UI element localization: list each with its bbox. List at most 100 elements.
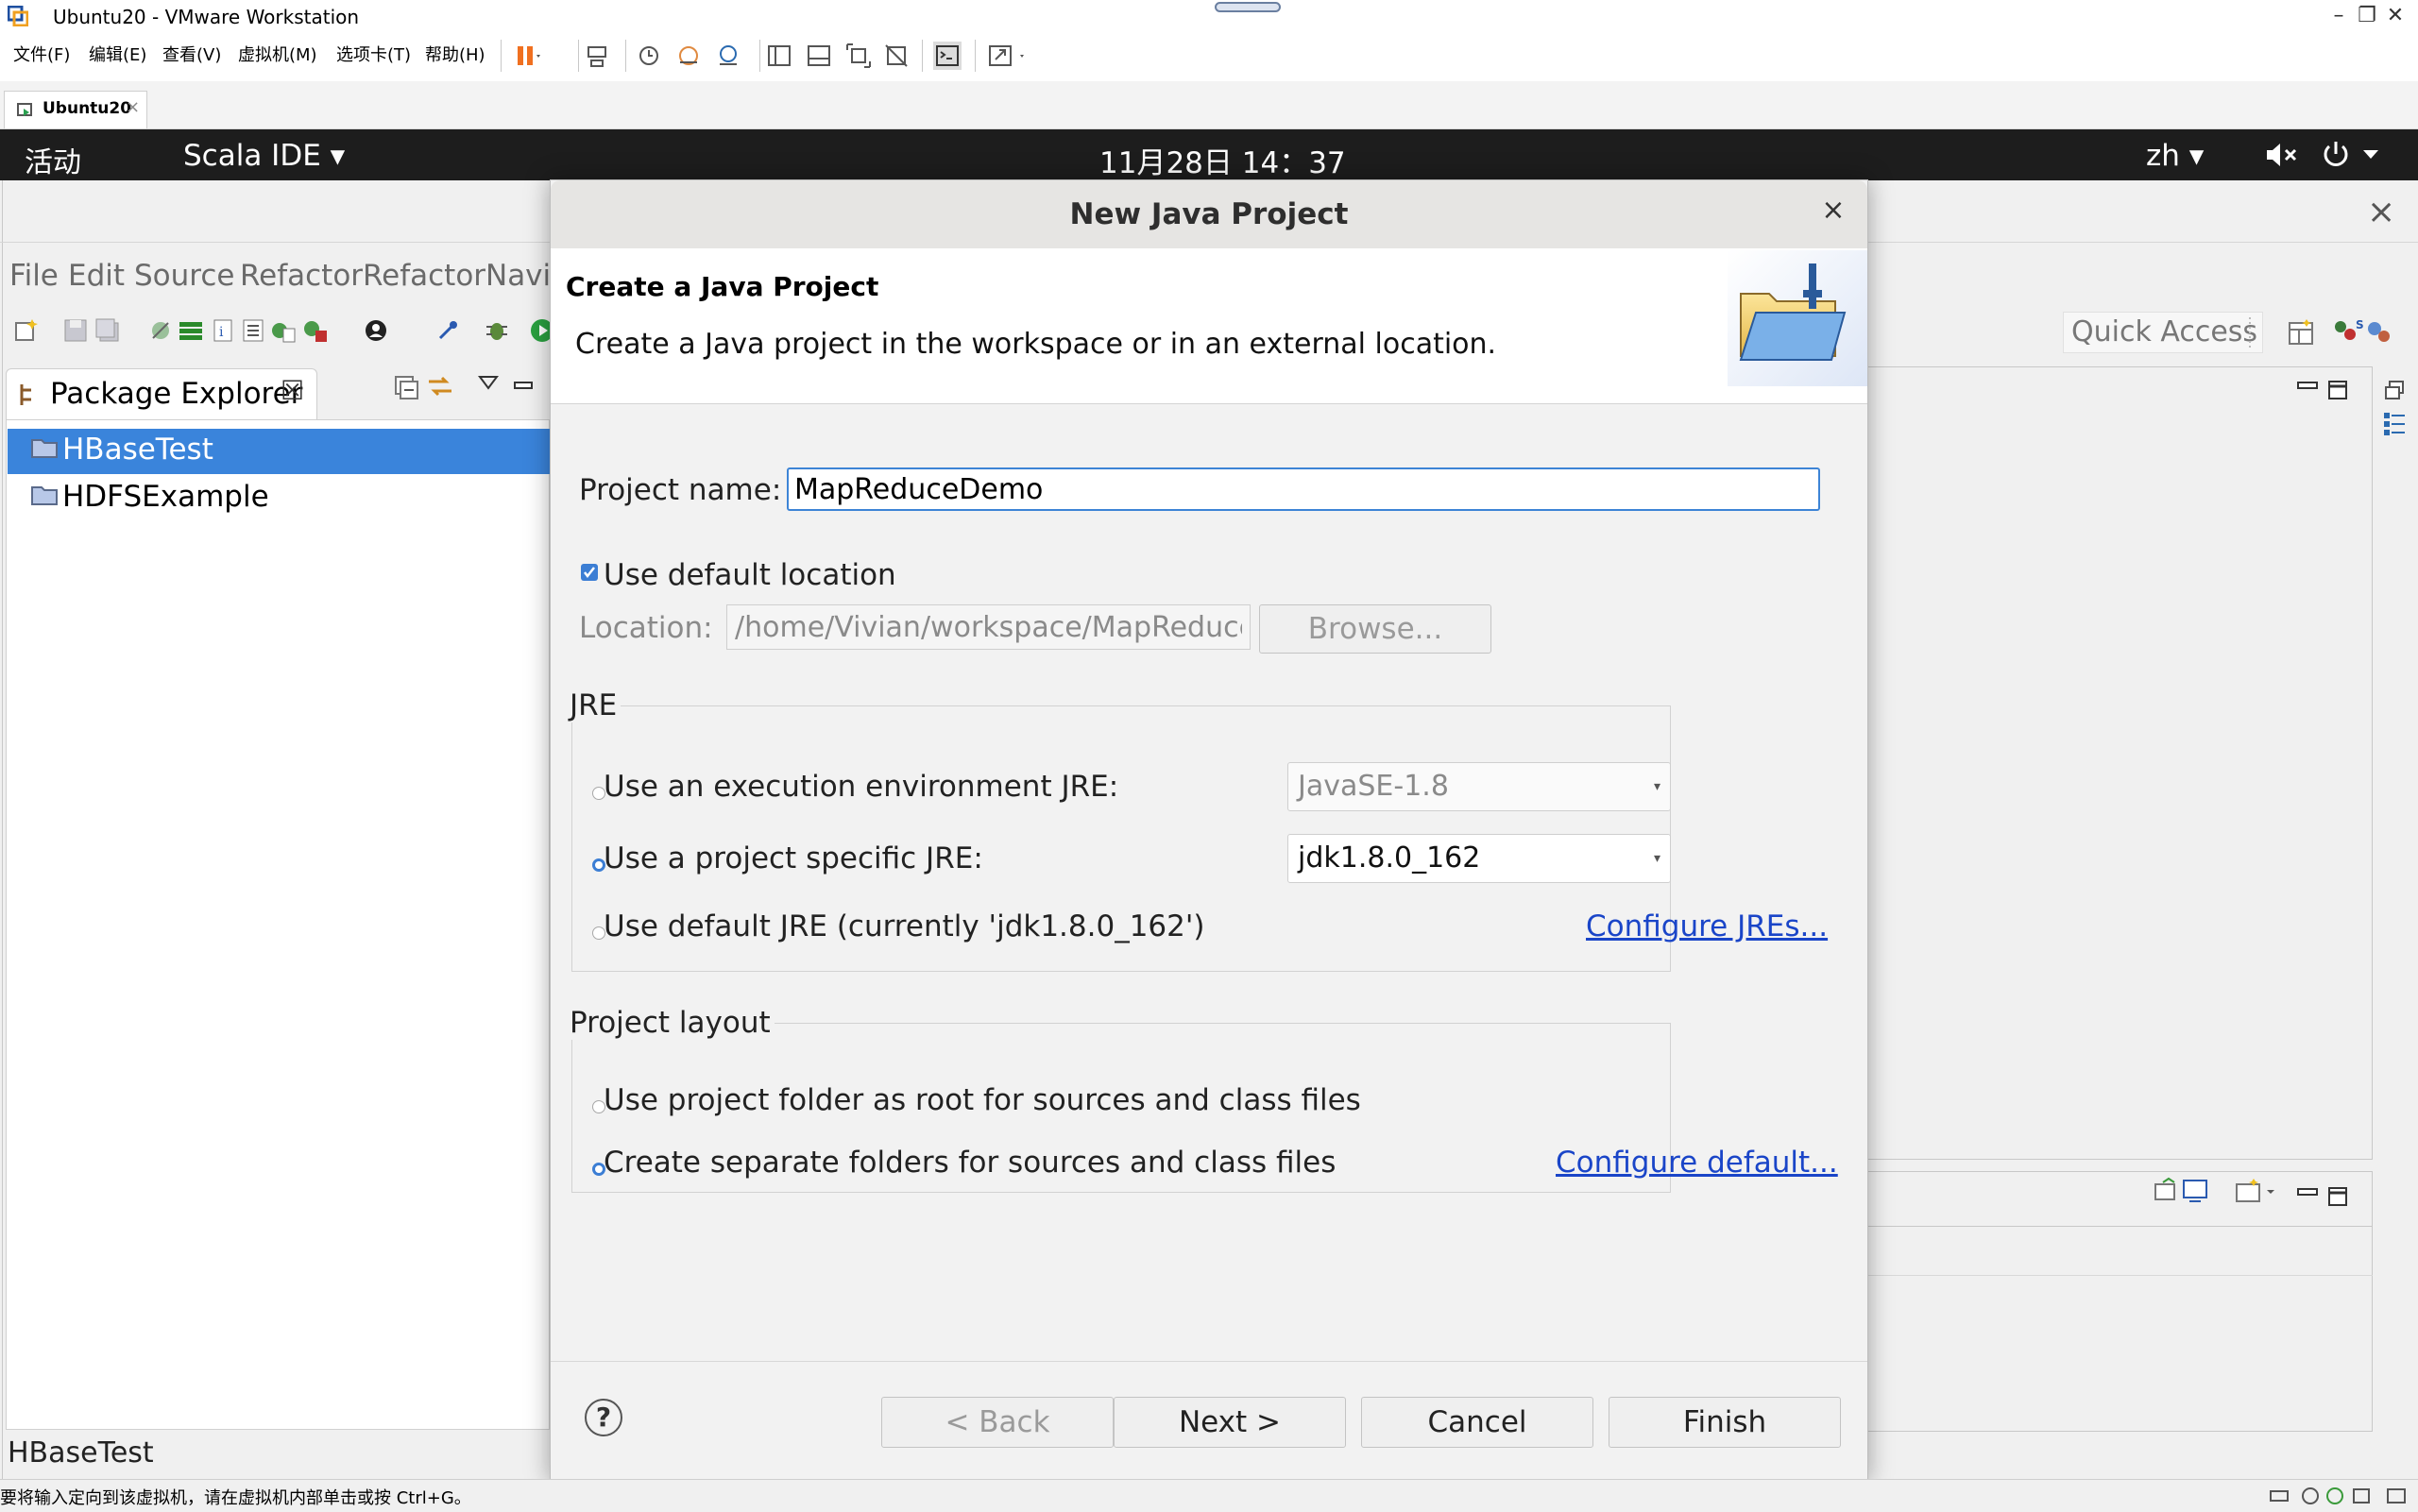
combo-value: jdk1.8.0_162 xyxy=(1298,841,1481,875)
new-server-icon[interactable] xyxy=(270,317,297,344)
new-java-class-icon[interactable]: i xyxy=(210,317,236,344)
tree-item-hbasetest[interactable]: HBaseTest xyxy=(8,429,552,474)
separate-folders-label[interactable]: Create separate folders for sources and … xyxy=(604,1146,1336,1180)
pin-icon[interactable] xyxy=(434,317,461,344)
maximize-view-icon[interactable] xyxy=(2327,380,2348,400)
snapshot-icon[interactable] xyxy=(635,42,663,70)
project-specific-jre-label[interactable]: Use a project specific JRE: xyxy=(604,841,983,875)
maximize-view-icon[interactable] xyxy=(2327,1186,2348,1207)
app-menu[interactable]: Scala IDE ▾ xyxy=(183,139,345,173)
default-jre-label[interactable]: Use default JRE (currently 'jdk1.8.0_162… xyxy=(604,909,1204,943)
menu-help[interactable]: 帮助(H) xyxy=(425,44,485,67)
project-specific-jre-combo[interactable]: jdk1.8.0_162 ▾ xyxy=(1287,834,1671,883)
right-view-bottom xyxy=(1866,1171,2373,1432)
project-name-field[interactable] xyxy=(787,467,1820,511)
skip-breakpoints-icon[interactable] xyxy=(147,317,174,344)
configure-default-link[interactable]: Configure default... xyxy=(1556,1146,1838,1180)
close-view-icon[interactable]: ☒ xyxy=(281,375,304,406)
library-view-icon[interactable] xyxy=(765,42,793,70)
dialog-titlebar[interactable]: New Java Project × xyxy=(551,180,1867,249)
eclipse-close-icon[interactable]: × xyxy=(2367,193,2395,231)
svg-text:S: S xyxy=(2356,318,2364,331)
check-icon xyxy=(584,567,595,579)
volume-muted-icon[interactable] xyxy=(2265,141,2299,169)
save-icon[interactable] xyxy=(62,317,89,344)
unity-mode-icon[interactable] xyxy=(882,42,911,70)
divider xyxy=(1866,1275,2373,1276)
minimize-view-icon[interactable] xyxy=(2297,382,2318,391)
back-button[interactable]: < Back xyxy=(881,1397,1114,1448)
snapshot-manager-icon[interactable] xyxy=(714,42,742,70)
eclipse-menu-source[interactable]: Source xyxy=(134,259,234,293)
configure-jres-link[interactable]: Configure JREs... xyxy=(1586,909,1828,943)
tab-close-icon[interactable]: × xyxy=(126,97,140,117)
tab-ubuntu20[interactable]: Ubuntu20 × xyxy=(4,91,147,128)
thumbnail-view-icon[interactable] xyxy=(805,42,833,70)
console-view-icon[interactable] xyxy=(933,42,962,70)
execution-environment-label[interactable]: Use an execution environment JRE: xyxy=(604,770,1118,804)
dialog-close-button[interactable]: × xyxy=(1816,194,1850,228)
link-with-editor-icon[interactable] xyxy=(425,372,455,400)
minimize-view-icon[interactable] xyxy=(2297,1188,2318,1198)
eclipse-menu-file[interactable]: File xyxy=(9,259,59,293)
open-perspective-icon[interactable] xyxy=(2286,317,2316,348)
menu-view[interactable]: 查看(V) xyxy=(162,44,221,67)
build-icon[interactable] xyxy=(178,317,204,344)
activities-button[interactable]: 活动 xyxy=(25,139,81,180)
use-default-location-label[interactable]: Use default location xyxy=(604,558,896,592)
close-window-button[interactable]: ✕ xyxy=(2373,0,2418,32)
new-icon[interactable] xyxy=(13,317,40,344)
project-folder-root-label[interactable]: Use project folder as root for sources a… xyxy=(604,1083,1361,1117)
perspective-switcher-icon[interactable]: S xyxy=(2331,315,2395,349)
location-field[interactable] xyxy=(726,604,1251,650)
stretch-guest-icon[interactable] xyxy=(986,42,1030,70)
clock[interactable]: 11月28日 14：37 xyxy=(1099,139,1346,181)
cancel-button[interactable]: Cancel xyxy=(1361,1397,1593,1448)
outline-view-icon[interactable] xyxy=(2382,410,2407,438)
eclipse-menu-navigate[interactable]: Navi xyxy=(485,259,551,293)
send-keys-icon[interactable] xyxy=(584,42,612,70)
restore-view-icon[interactable] xyxy=(2384,380,2405,400)
eclipse-menu-edit[interactable]: Edit xyxy=(68,259,125,293)
footer-divider xyxy=(551,1361,1867,1362)
finish-button[interactable]: Finish xyxy=(1609,1397,1841,1448)
outline-icon[interactable] xyxy=(240,317,266,344)
fullscreen-icon[interactable] xyxy=(844,42,873,70)
drag-handle[interactable] xyxy=(1215,2,1281,12)
minimize-view-icon[interactable] xyxy=(514,382,533,391)
device-status-icons[interactable] xyxy=(2269,1486,2410,1506)
divider xyxy=(1866,1226,2373,1227)
menu-tabs[interactable]: 选项卡(T) xyxy=(336,44,411,67)
quick-access-input[interactable]: Quick Access xyxy=(2063,312,2263,353)
account-icon[interactable] xyxy=(363,317,389,344)
browse-button[interactable]: Browse... xyxy=(1259,604,1491,654)
open-console-icon[interactable] xyxy=(2233,1177,2278,1205)
pause-icon[interactable] xyxy=(514,42,542,70)
eclipse-menu-refactor-2[interactable]: Refactor xyxy=(363,259,485,293)
collapse-all-icon[interactable] xyxy=(393,374,421,400)
menu-file[interactable]: 文件(F) xyxy=(13,44,70,67)
save-all-icon[interactable] xyxy=(94,317,121,344)
console-actions-icon[interactable] xyxy=(2154,1177,2212,1205)
menu-edit[interactable]: 编辑(E) xyxy=(89,44,146,67)
project-layout-group-title: Project layout xyxy=(570,1006,775,1040)
view-menu-icon[interactable] xyxy=(478,374,499,391)
new-jeeapp-icon[interactable] xyxy=(302,317,329,344)
package-explorer-tab[interactable]: Package Explorer ☒ xyxy=(6,368,317,419)
power-icon[interactable] xyxy=(2320,139,2352,171)
system-menu-arrow-icon[interactable] xyxy=(2361,148,2380,161)
next-button[interactable]: Next > xyxy=(1114,1397,1346,1448)
help-icon[interactable]: ? xyxy=(585,1399,622,1436)
debug-icon[interactable] xyxy=(484,317,510,344)
use-default-location-checkbox[interactable] xyxy=(581,564,598,581)
menu-vm[interactable]: 虚拟机(M) xyxy=(238,44,317,67)
tree-item-hdfsexample[interactable]: HDFSExample xyxy=(8,478,552,523)
language-indicator[interactable]: zh ▾ xyxy=(2146,139,2204,173)
wizard-header: Create a Java Project Create a Java proj… xyxy=(551,248,1867,404)
jre-group-title: JRE xyxy=(570,688,622,722)
eclipse-menu-refactor[interactable]: Refactor xyxy=(240,259,363,293)
revert-snapshot-icon[interactable] xyxy=(674,42,703,70)
vmware-app-icon xyxy=(8,6,28,26)
execution-environment-combo[interactable]: JavaSE-1.8 ▾ xyxy=(1287,762,1671,811)
chevron-down-icon: ▾ xyxy=(1653,779,1660,794)
